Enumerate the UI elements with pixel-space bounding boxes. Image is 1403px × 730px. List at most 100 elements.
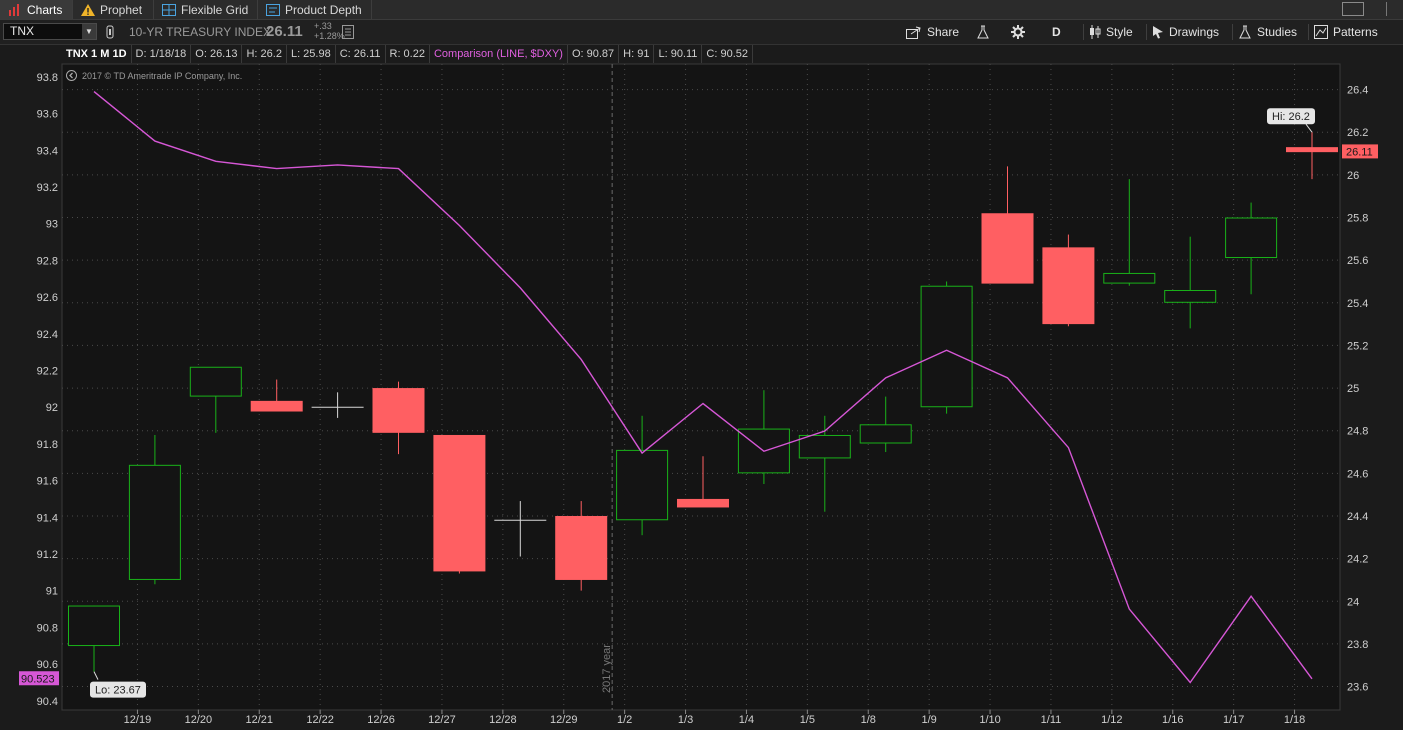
tab-prophet[interactable]: Prophet (73, 0, 154, 19)
left-axis-tick: 92.6 (37, 292, 58, 304)
flask-icon (1239, 25, 1251, 39)
x-axis-tick: 1/10 (979, 714, 1000, 726)
candle-body (1042, 247, 1095, 325)
tab-product-depth[interactable]: Product Depth (258, 0, 372, 19)
tab-charts[interactable]: Charts (0, 0, 73, 19)
gear-icon[interactable] (1011, 25, 1025, 39)
info-icon[interactable] (342, 25, 354, 39)
left-axis-tick: 93.4 (37, 145, 58, 157)
tab-flexible-grid[interactable]: Flexible Grid (154, 0, 258, 19)
depth-icon (266, 3, 280, 16)
left-last-value-text: 90.523 (21, 673, 55, 685)
price-chart[interactable]: 2017 year 23.6 23.8 24 24.2 24.4 24.6 24.8 25 25… (0, 0, 1403, 730)
window-divider (1386, 2, 1387, 16)
left-axis-tick: 91.6 (37, 476, 58, 488)
patterns-icon (1314, 25, 1328, 39)
aggregation-button[interactable]: D (1052, 22, 1061, 42)
style-button[interactable]: Style (1083, 22, 1133, 42)
x-axis-tick: 1/12 (1101, 714, 1122, 726)
tab-label: Prophet (100, 2, 143, 17)
share-label: Share (927, 25, 960, 39)
share-button[interactable]: Share (906, 22, 959, 42)
x-axis-tick: 1/11 (1041, 714, 1062, 726)
candle-body (250, 400, 303, 412)
x-axis-tick: 1/9 (922, 714, 937, 726)
tab-label: Flexible Grid (181, 2, 249, 17)
candle-body (555, 515, 608, 580)
candle (1042, 234, 1095, 327)
chart-toolbar: TNX ▼ 10-YR TREASURY INDEX 26.11 +.33 +1… (0, 20, 1403, 45)
x-axis-tick: 12/27 (428, 714, 456, 726)
collapse-icon[interactable] (66, 70, 77, 81)
info-low: L: 25.98 (287, 45, 336, 63)
lo-callout-text: Lo: 23.67 (95, 685, 141, 697)
candle-body (1286, 147, 1338, 153)
year-marker-label: 2017 year (601, 644, 613, 693)
left-axis-tick: 92.4 (37, 329, 58, 341)
left-axis-tick: 90.6 (37, 659, 58, 671)
cursor-icon (1153, 26, 1163, 39)
copyright-text: 2017 © TD Ameritrade IP Company, Inc. (82, 70, 243, 81)
right-axis-tick: 26.4 (1347, 85, 1368, 97)
left-axis-tick: 93 (46, 219, 58, 231)
left-axis-tick: 93.8 (37, 72, 58, 84)
candle-body (128, 464, 181, 580)
grid-icon (162, 3, 176, 16)
chart-grid (61, 63, 1341, 711)
right-axis-tick: 25.8 (1347, 213, 1368, 225)
right-axis-tick: 24.8 (1347, 426, 1368, 438)
info-cmp-close: C: 90.52 (702, 45, 754, 63)
x-axis-tick: 12/21 (245, 714, 273, 726)
left-axis-tick: 92.2 (37, 365, 58, 377)
candle-body (372, 388, 425, 433)
drawings-button[interactable]: Drawings (1146, 22, 1220, 42)
maximize-window-button[interactable] (1342, 2, 1364, 16)
info-symbol-period: TNX 1 M 1D (62, 45, 132, 63)
left-axis-tick: 90.8 (37, 622, 58, 634)
studies-button[interactable]: Studies (1232, 22, 1297, 42)
info-date: D: 1/18/18 (132, 45, 192, 63)
candle-body (920, 285, 973, 408)
x-axis-tick: 1/17 (1223, 714, 1244, 726)
patterns-button[interactable]: Patterns (1308, 22, 1378, 42)
candle (433, 434, 486, 574)
aggregation-label: D (1052, 25, 1061, 39)
x-axis-tick: 1/18 (1284, 714, 1305, 726)
x-axis-tick: 12/20 (185, 714, 213, 726)
x-axis-tick: 1/3 (678, 714, 693, 726)
info-high: H: 26.2 (242, 45, 287, 63)
candle-body (798, 434, 851, 459)
right-axis-tick: 24 (1347, 596, 1359, 608)
left-axis-tick: 91.4 (37, 512, 58, 524)
right-axis-tick: 25.4 (1347, 298, 1368, 310)
right-axis-tick: 24.4 (1347, 511, 1368, 523)
style-label: Style (1106, 25, 1133, 39)
left-axis-tick: 90.4 (37, 696, 58, 708)
left-axis-tick: 93.6 (37, 109, 58, 121)
right-axis-tick: 25 (1347, 383, 1359, 395)
x-axis-tick: 12/28 (489, 714, 517, 726)
x-axis-tick: 12/22 (306, 714, 334, 726)
right-last-value-text: 26.11 (1346, 146, 1373, 158)
change-absolute: +.33 (314, 21, 332, 31)
right-axis-tick: 26.2 (1347, 127, 1368, 139)
link-icon[interactable] (106, 25, 114, 39)
x-axis-tick: 1/5 (800, 714, 815, 726)
candle-body (433, 434, 486, 572)
hi-callout-text: Hi: 26.2 (1272, 111, 1310, 123)
symbol-input[interactable]: TNX ▼ (3, 23, 97, 40)
tab-label: Product Depth (285, 2, 362, 17)
candle-body (981, 213, 1034, 284)
x-axis-tick: 12/29 (550, 714, 578, 726)
drawings-label: Drawings (1169, 25, 1220, 39)
symbol-dropdown-icon[interactable]: ▼ (82, 24, 96, 39)
left-axis-tick: 92 (46, 402, 58, 414)
last-price: 26.11 (266, 23, 303, 40)
candle-body (1225, 217, 1278, 259)
candle-body (189, 366, 242, 397)
info-range: R: 0.22 (386, 45, 430, 63)
left-axis-tick: 92.8 (37, 255, 58, 267)
candle-body (616, 449, 669, 521)
right-axis-tick: 23.6 (1347, 682, 1368, 694)
flask-icon[interactable] (976, 25, 990, 39)
